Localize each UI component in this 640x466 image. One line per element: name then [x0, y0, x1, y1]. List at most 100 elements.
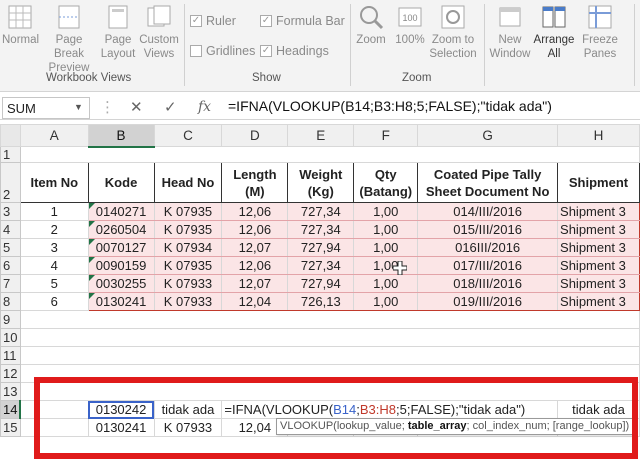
cell-item-no[interactable]: 6: [19, 292, 89, 311]
cell-kode[interactable]: 0030255: [87, 274, 155, 293]
cell-document-no[interactable]: 014/III/2016: [417, 202, 559, 221]
zoom-button[interactable]: Zoom: [354, 4, 388, 47]
cancel-icon[interactable]: ✕: [130, 98, 143, 116]
cell-length[interactable]: 12,06: [221, 202, 289, 221]
new-window-button[interactable]: New Window: [488, 4, 532, 61]
cell[interactable]: [19, 310, 640, 329]
column-header-g[interactable]: G: [417, 124, 559, 147]
cell-qty[interactable]: 1,00: [353, 292, 419, 311]
cell-kode[interactable]: 0070127: [87, 238, 155, 257]
cell-shipment[interactable]: Shipment 3: [557, 292, 640, 311]
row-header-2[interactable]: 2: [0, 162, 21, 203]
cell-head-no[interactable]: K 07935: [153, 202, 223, 221]
cell-shipment[interactable]: Shipment 3: [557, 202, 640, 221]
page-break-preview-button[interactable]: Page Break Preview: [40, 4, 98, 75]
column-header-h[interactable]: H: [557, 124, 640, 147]
cell-qty[interactable]: 1,00: [353, 202, 419, 221]
formula-bar-checkbox[interactable]: ✓ Formula Bar: [260, 14, 345, 28]
cell-length[interactable]: 12,06: [221, 220, 289, 239]
row-header-1[interactable]: 1: [0, 146, 21, 163]
cell-kode[interactable]: 0090159: [87, 256, 155, 275]
cell-length[interactable]: 12,04: [221, 292, 289, 311]
headings-checkbox[interactable]: ✓ Headings: [260, 44, 329, 58]
row-header-12[interactable]: 12: [0, 364, 21, 383]
cell-b14[interactable]: 0130242: [87, 400, 155, 419]
cell-head-no[interactable]: K 07933: [153, 274, 223, 293]
cell-head-no[interactable]: K 07935: [153, 220, 223, 239]
cell-head-no[interactable]: K 07934: [153, 238, 223, 257]
row-header-5[interactable]: 5: [0, 238, 21, 257]
cell-item-no[interactable]: 5: [19, 274, 89, 293]
row-header-7[interactable]: 7: [0, 274, 21, 293]
cell-length[interactable]: 12,07: [221, 274, 289, 293]
cell-document-no[interactable]: 016III/2016: [417, 238, 559, 257]
cell-weight[interactable]: 727,94: [287, 274, 355, 293]
cell-weight[interactable]: 727,34: [287, 202, 355, 221]
row-header-4[interactable]: 4: [0, 220, 21, 239]
cell-document-no[interactable]: 017/III/2016: [417, 256, 559, 275]
cell-shipment[interactable]: Shipment 3: [557, 220, 640, 239]
column-header-e[interactable]: E: [287, 124, 355, 147]
cell-qty[interactable]: 1,00: [353, 238, 419, 257]
chevron-down-icon[interactable]: ▼: [74, 102, 83, 112]
cell-weight[interactable]: 727,94: [287, 238, 355, 257]
cell-document-no[interactable]: 018/III/2016: [417, 274, 559, 293]
zoom-to-selection-button[interactable]: Zoom to Selection: [428, 4, 478, 61]
cell-weight[interactable]: 727,34: [287, 220, 355, 239]
cell-weight[interactable]: 726,13: [287, 292, 355, 311]
ruler-checkbox[interactable]: ✓ Ruler: [190, 14, 236, 28]
arrange-all-button[interactable]: Arrange All: [532, 4, 576, 61]
cell-item-no[interactable]: 2: [19, 220, 89, 239]
cell-head-no[interactable]: K 07935: [153, 256, 223, 275]
cell-qty[interactable]: 1,00: [353, 220, 419, 239]
row-header-13[interactable]: 13: [0, 382, 21, 401]
row-header-11[interactable]: 11: [0, 346, 21, 365]
insert-function-icon[interactable]: fx: [198, 99, 211, 115]
page-layout-button[interactable]: Page Layout: [100, 4, 136, 61]
cell-kode[interactable]: 0130241: [87, 292, 155, 311]
row-header-6[interactable]: 6: [0, 256, 21, 275]
cell-a15[interactable]: [19, 418, 89, 437]
row-header-15[interactable]: 15: [0, 418, 21, 437]
cell[interactable]: [19, 364, 640, 383]
cell-item-no[interactable]: 1: [19, 202, 89, 221]
cell-b15[interactable]: 0130241: [87, 418, 155, 437]
gridlines-checkbox[interactable]: Gridlines: [190, 44, 255, 58]
row-header-8[interactable]: 8: [0, 292, 21, 311]
cell[interactable]: [19, 382, 640, 401]
row-header-10[interactable]: 10: [0, 328, 21, 347]
cell[interactable]: [19, 346, 640, 365]
header-shipment[interactable]: Shipment: [557, 162, 640, 203]
drag-handle-icon[interactable]: ⋮: [100, 98, 115, 116]
column-header-b[interactable]: B: [87, 124, 155, 148]
cell-a14[interactable]: [19, 400, 89, 419]
cell-c14[interactable]: tidak ada: [153, 400, 223, 419]
cell-shipment[interactable]: Shipment 3: [557, 238, 640, 257]
cell-qty[interactable]: 1,00: [353, 256, 419, 275]
custom-views-button[interactable]: Custom Views: [138, 4, 180, 61]
freeze-panes-button[interactable]: Freeze Panes: [578, 4, 622, 61]
formula-input[interactable]: =IFNA(VLOOKUP(B14;B3:H8;5;FALSE);"tidak …: [224, 98, 638, 118]
cell-shipment[interactable]: Shipment 3: [557, 274, 640, 293]
cell-c15[interactable]: K 07933: [153, 418, 223, 437]
cell-kode[interactable]: 0140271: [87, 202, 155, 221]
header-item-no[interactable]: Item No: [19, 162, 89, 203]
cell-shipment[interactable]: Shipment 3: [557, 256, 640, 275]
cell-document-no[interactable]: 015/III/2016: [417, 220, 559, 239]
worksheet-grid[interactable]: A B C D E F G H 1 2 Item No Kode Head No…: [0, 124, 640, 466]
header-head-no[interactable]: Head No: [153, 162, 223, 203]
function-argument-tooltip[interactable]: VLOOKUP(lookup_value; table_array; col_i…: [276, 418, 634, 435]
column-header-a[interactable]: A: [19, 124, 89, 147]
cell-length[interactable]: 12,07: [221, 238, 289, 257]
sheet-table[interactable]: A B C D E F G H 1 2 Item No Kode Head No…: [0, 124, 640, 437]
header-weight[interactable]: Weight (Kg): [287, 162, 355, 203]
cell-item-no[interactable]: 4: [19, 256, 89, 275]
cell[interactable]: [19, 328, 640, 347]
column-header-d[interactable]: D: [221, 124, 289, 147]
header-coated-pipe[interactable]: Coated Pipe Tally Sheet Document No: [417, 162, 559, 203]
cell-qty[interactable]: 1,00: [353, 274, 419, 293]
enter-icon[interactable]: ✓: [164, 98, 177, 116]
cell-d14-formula-editing[interactable]: =IFNA(VLOOKUP(B14;B3:H8;5;FALSE);"tidak …: [221, 400, 559, 419]
header-length[interactable]: Length (M): [221, 162, 289, 203]
cell-kode[interactable]: 0260504: [87, 220, 155, 239]
